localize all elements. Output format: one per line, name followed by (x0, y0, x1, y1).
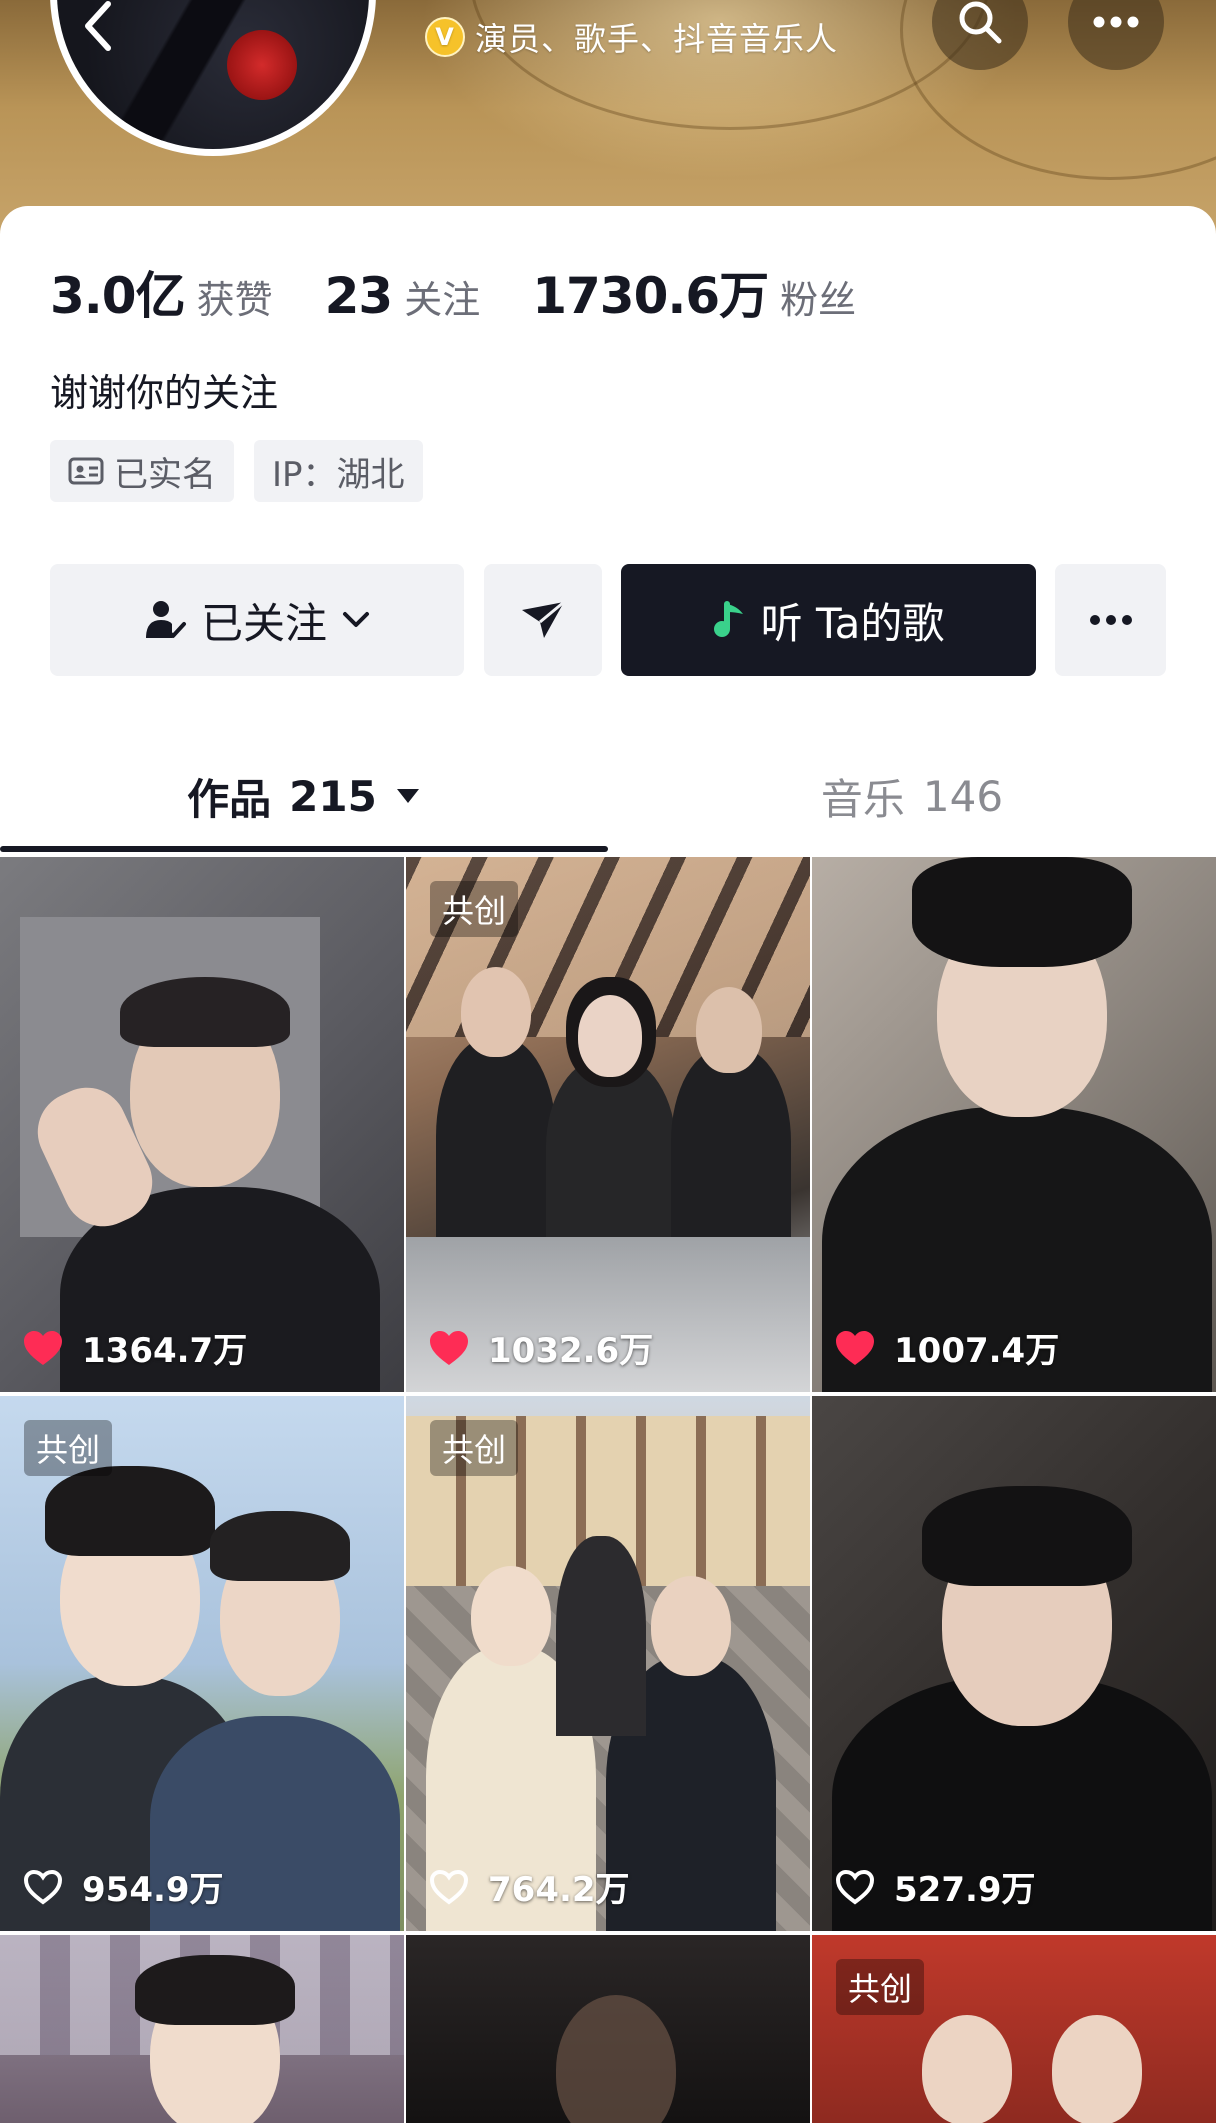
video-thumbnail[interactable]: 共创 (812, 1935, 1216, 2123)
stat-label: 关注 (404, 278, 481, 322)
profile-more-button[interactable] (1055, 564, 1166, 676)
stat-value: 3.0亿 (50, 267, 186, 325)
video-likes: 527.9万 (834, 1862, 1036, 1911)
caret-down-icon[interactable] (395, 787, 421, 805)
video-likes: 1364.7万 (22, 1323, 247, 1372)
user-check-icon (145, 601, 186, 638)
verified-name-text: 已实名 (114, 454, 216, 495)
following-label: 已关注 (200, 598, 327, 648)
heart-outline-icon (23, 1869, 63, 1904)
tab-music-count: 146 (922, 771, 1004, 821)
video-likes: 1007.4万 (834, 1323, 1059, 1372)
verification-label: V 演员、歌手、抖音音乐人 (425, 14, 838, 60)
verification-text: 演员、歌手、抖音音乐人 (475, 20, 839, 58)
ip-location-tag: IP：湖北 (254, 440, 423, 502)
stat-value: 23 (324, 267, 394, 325)
listen-music-button[interactable]: 听 Ta的歌 (621, 564, 1036, 676)
video-like-count: 764.2万 (488, 1870, 630, 1910)
video-thumbnail[interactable]: 1007.4万 (812, 857, 1216, 1392)
co-creation-badge: 共创 (836, 1959, 925, 2015)
profile-bio: 谢谢你的关注 (50, 371, 279, 415)
co-creation-badge: 共创 (430, 881, 519, 937)
stat-followers[interactable]: 1730.6万 粉丝 (532, 256, 856, 328)
video-like-count: 1007.4万 (894, 1331, 1060, 1371)
stat-label: 粉丝 (780, 278, 857, 322)
video-like-count: 954.9万 (82, 1870, 224, 1910)
ip-location-text: IP：湖北 (272, 454, 405, 495)
video-thumbnail[interactable]: 共创 764.2万 (406, 1396, 810, 1931)
heart-outline-icon (429, 1869, 469, 1904)
more-dots-icon (1093, 16, 1139, 28)
tab-music[interactable]: 音乐 146 (608, 746, 1216, 846)
heart-filled-icon (430, 1330, 468, 1365)
chevron-down-icon (343, 612, 369, 627)
video-thumbnail[interactable] (0, 1935, 404, 2123)
more-dots-icon (1089, 615, 1132, 625)
chevron-left-icon (85, 1, 111, 51)
profile-tags: 已实名 IP：湖北 (50, 440, 423, 502)
search-icon (959, 1, 1002, 44)
co-creation-badge: 共创 (24, 1420, 113, 1476)
id-card-icon (68, 457, 104, 485)
message-button[interactable] (484, 564, 602, 676)
listen-music-label: 听 Ta的歌 (760, 598, 945, 648)
send-message-icon (522, 600, 565, 638)
heart-filled-icon (24, 1330, 62, 1365)
verified-name-tag: 已实名 (50, 440, 234, 502)
profile-stats: 3.0亿 获赞 23 关注 1730.6万 粉丝 (50, 256, 908, 328)
video-thumbnail[interactable]: 527.9万 (812, 1396, 1216, 1931)
video-likes: 1032.6万 (428, 1323, 653, 1372)
profile-actions: 已关注 听 Ta的歌 (50, 564, 1166, 676)
tab-music-label: 音乐 (820, 774, 905, 824)
video-like-count: 527.9万 (894, 1870, 1036, 1910)
back-button[interactable] (62, 0, 132, 52)
following-button[interactable]: 已关注 (50, 564, 464, 676)
tab-works-label: 作品 (187, 774, 272, 824)
video-thumbnail[interactable]: 1364.7万 (0, 857, 404, 1392)
video-like-count: 1364.7万 (82, 1331, 248, 1371)
video-like-count: 1032.6万 (488, 1331, 654, 1371)
video-likes: 954.9万 (22, 1862, 224, 1911)
stat-value: 1730.6万 (532, 267, 769, 325)
video-likes: 764.2万 (428, 1862, 630, 1911)
video-thumbnail[interactable] (406, 1935, 810, 2123)
heart-filled-icon (836, 1330, 874, 1365)
verified-badge-icon: V (425, 17, 465, 57)
co-creation-badge: 共创 (430, 1420, 519, 1476)
tab-works[interactable]: 作品 215 (0, 746, 608, 846)
content-tabs: 作品 215 音乐 146 (0, 746, 1216, 856)
video-thumbnail[interactable]: 共创 954.9万 (0, 1396, 404, 1931)
stat-label: 获赞 (196, 278, 273, 322)
video-thumbnail[interactable]: 共创 1032.6万 (406, 857, 810, 1392)
music-note-icon (713, 601, 743, 637)
heart-outline-icon (835, 1869, 875, 1904)
stat-likes: 3.0亿 获赞 (50, 256, 273, 328)
stat-following[interactable]: 23 关注 (325, 267, 481, 325)
active-tab-indicator (0, 846, 608, 852)
tab-works-count: 215 (289, 771, 377, 821)
